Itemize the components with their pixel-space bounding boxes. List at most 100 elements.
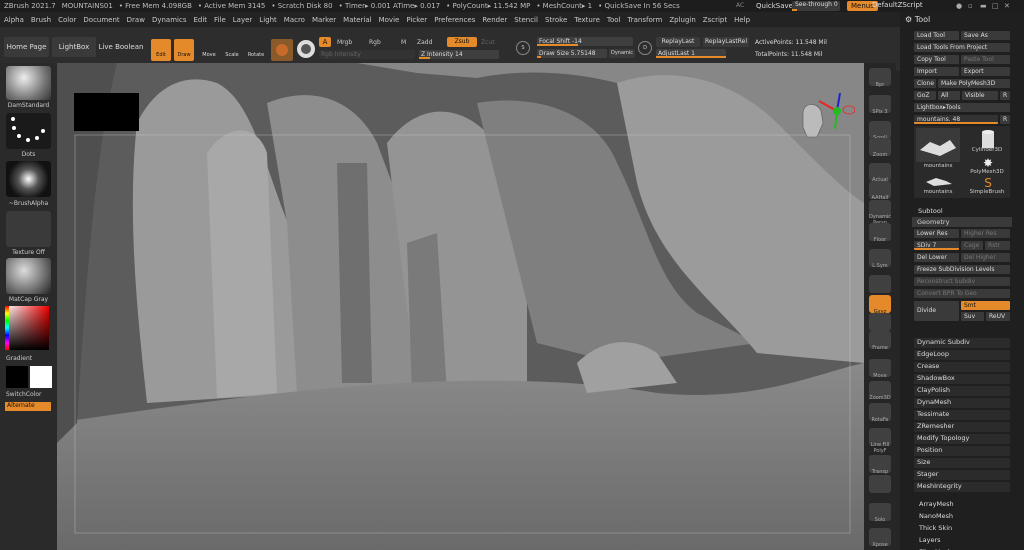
scratch-disk: • Scratch Disk 80 [271, 2, 333, 10]
layout-icon[interactable]: ▬ [980, 2, 987, 10]
tool-subpalette[interactable]: NanoMesh [919, 512, 953, 520]
focal-shift-slider[interactable]: Focal Shift -14 [537, 37, 633, 46]
restore-icon[interactable]: ▫ [968, 2, 973, 10]
menu-item[interactable]: Brush [31, 16, 51, 24]
geometry-item[interactable]: ShadowBox [914, 374, 1010, 384]
rgb-button[interactable]: Rgb [369, 39, 381, 46]
z-intensity-slider[interactable]: Z Intensity 14 [419, 50, 499, 59]
menu-item[interactable]: Stroke [545, 16, 567, 24]
quicksave-button[interactable]: QuickSave [752, 1, 797, 11]
tool-subpalette[interactable]: Layers [919, 536, 941, 544]
menu-item[interactable]: Material [343, 16, 371, 24]
home-page-button[interactable]: Home Page [4, 37, 49, 57]
geometry-item[interactable]: MeshIntegrity [914, 482, 1010, 492]
menu-item[interactable]: Color [58, 16, 76, 24]
menu-item[interactable]: Picker [406, 16, 427, 24]
minimize-icon[interactable]: ● [956, 2, 962, 10]
menu-item[interactable]: Transform [628, 16, 663, 24]
lightbox-button[interactable]: LightBox [52, 37, 96, 57]
menu-item[interactable]: File [214, 16, 226, 24]
geometry-item[interactable]: Dynamic Subdiv [914, 338, 1010, 348]
adjust-last-slider[interactable]: AdjustLast 1 [656, 49, 726, 58]
draw-size-slider[interactable]: Draw Size 5.75148 [537, 49, 607, 58]
edit-button[interactable]: Edit [151, 39, 171, 61]
head-gizmo-icon[interactable] [795, 92, 856, 153]
material-thumbnail[interactable] [6, 258, 51, 294]
menu-item[interactable]: Light [259, 16, 276, 24]
geometry-item[interactable]: ZRemesher [914, 422, 1010, 432]
live-boolean-button[interactable]: Live Boolean [98, 37, 144, 57]
geometry-item[interactable]: DynaMesh [914, 398, 1010, 408]
shelf-label-3: Zoom [872, 152, 888, 158]
tool-subpalette[interactable]: ArrayMesh [919, 500, 954, 508]
menu-item[interactable]: Stencil [514, 16, 538, 24]
geometry-item[interactable]: Size [914, 458, 1010, 468]
zsub-button[interactable]: Zsub [447, 37, 477, 47]
stroke-thumbnail[interactable] [6, 113, 51, 149]
menu-item[interactable]: Layer [233, 16, 253, 24]
m-button[interactable]: M [401, 39, 406, 46]
menu-item[interactable]: Tool [607, 16, 621, 24]
geometry-item[interactable]: Position [914, 446, 1010, 456]
menu-item[interactable]: Edit [193, 16, 207, 24]
stroke-s-icon[interactable]: S [516, 41, 530, 55]
menu-item[interactable]: Texture [574, 16, 600, 24]
alternate-button[interactable]: Alternate [5, 402, 51, 411]
hue-strip[interactable] [5, 306, 9, 350]
secondary-color-swatch[interactable] [30, 366, 52, 388]
draw-button[interactable]: Draw [174, 39, 194, 61]
shelf-button-18[interactable] [869, 475, 891, 493]
switchcolor-button[interactable]: SwitchColor [0, 391, 57, 398]
zcut-button[interactable]: Zcut [481, 39, 495, 46]
alpha-thumbnail[interactable] [6, 161, 51, 197]
scale-button[interactable]: Scale [222, 39, 242, 61]
menu-item[interactable]: Movie [379, 16, 400, 24]
menu-item[interactable]: Render [482, 16, 507, 24]
zscript-name[interactable]: DefaultZScript [872, 1, 923, 9]
brush-thumbnail[interactable] [6, 66, 51, 100]
active-points: ActivePoints: 11.548 Mil [755, 39, 827, 46]
app-version: ZBrush 2021.7 [4, 2, 56, 10]
maximize-icon[interactable]: □ [992, 2, 999, 10]
seethrough-slider[interactable]: See-through 0 [792, 1, 840, 11]
menu-item[interactable]: Alpha [4, 16, 24, 24]
shelf-button-11[interactable] [869, 313, 891, 331]
menu-item[interactable]: Marker [312, 16, 336, 24]
menu-item[interactable]: Macro [284, 16, 305, 24]
move-button[interactable]: Move [199, 39, 219, 61]
stroke-d-icon[interactable]: D [638, 41, 652, 55]
menu-item[interactable]: Dynamics [152, 16, 187, 24]
zadd-button[interactable]: Zadd [417, 39, 432, 46]
material-sphere-icon[interactable] [297, 40, 315, 58]
geometry-item[interactable]: Stager [914, 470, 1010, 480]
geometry-item[interactable]: Crease [914, 362, 1010, 372]
geometry-item[interactable]: Modify Topology [914, 434, 1010, 444]
texture-thumbnail[interactable] [6, 211, 51, 247]
menu-item[interactable]: Document [83, 16, 119, 24]
draw-size-fill [537, 56, 542, 58]
close-icon[interactable]: ✕ [1004, 2, 1010, 10]
tool-subpalette[interactable]: Thick Skin [919, 524, 952, 532]
rotate-button[interactable]: Rotate [246, 39, 266, 61]
texture-label: Texture Off [12, 249, 45, 256]
canvas-viewport[interactable] [57, 63, 864, 550]
dynamic-button[interactable]: Dynamic [609, 49, 635, 58]
geometry-item[interactable]: Tessimate [914, 410, 1010, 420]
menu-item[interactable]: Zscript [703, 16, 727, 24]
menu-item[interactable]: Zplugin [669, 16, 695, 24]
shelf-button-9[interactable] [869, 275, 891, 293]
menu-item[interactable]: Preferences [434, 16, 475, 24]
menu-item[interactable]: Draw [127, 16, 145, 24]
color-picker[interactable] [5, 306, 49, 350]
main-color-swatch[interactable] [6, 366, 28, 388]
mrgb-button[interactable]: Mrgb [337, 39, 352, 46]
navigation-preview[interactable] [74, 93, 139, 131]
brush-preview-icon[interactable] [271, 39, 293, 61]
replay-last-rel-button[interactable]: ReplayLastRel [703, 37, 749, 47]
menu-item[interactable]: Help [734, 16, 750, 24]
a-button[interactable]: A [319, 37, 331, 47]
rgb-intensity-slider[interactable]: Rgb Intensity [319, 50, 415, 59]
replay-last-button[interactable]: ReplayLast [656, 37, 700, 47]
geometry-item[interactable]: ClayPolish [914, 386, 1010, 396]
geometry-item[interactable]: EdgeLoop [914, 350, 1010, 360]
